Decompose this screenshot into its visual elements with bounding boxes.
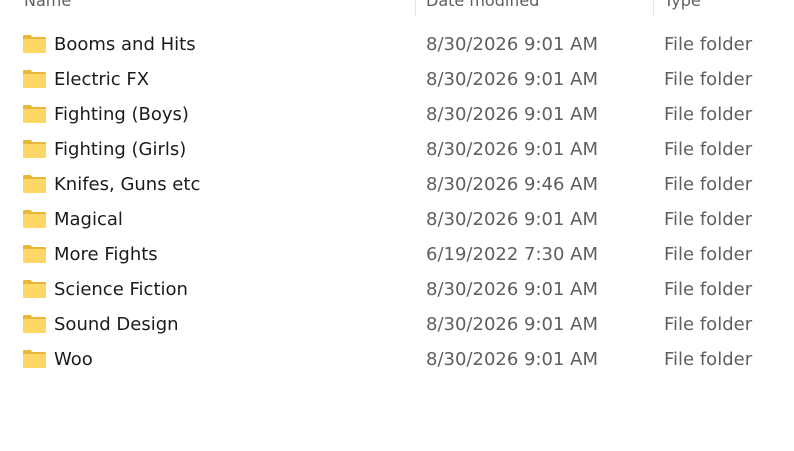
column-header-name[interactable]: Name bbox=[24, 0, 71, 16]
file-name: Sound Design bbox=[54, 314, 179, 335]
collapse-chevron-icon[interactable]: ⌃ bbox=[0, 0, 13, 16]
file-name: Knifes, Guns etc bbox=[54, 174, 201, 195]
file-date-modified: 8/30/2026 9:01 AM bbox=[426, 349, 599, 370]
file-type: File folder bbox=[664, 174, 753, 195]
folder-icon bbox=[22, 272, 48, 307]
file-type: File folder bbox=[664, 69, 753, 90]
file-type: File folder bbox=[664, 34, 753, 55]
file-list: Booms and Hits 8/30/2026 9:01 AM File fo… bbox=[0, 27, 794, 377]
file-date-modified: 8/30/2026 9:01 AM bbox=[426, 209, 599, 230]
file-date-modified: 8/30/2026 9:01 AM bbox=[426, 104, 599, 125]
file-row-booms-and-hits[interactable]: Booms and Hits 8/30/2026 9:01 AM File fo… bbox=[0, 27, 794, 62]
file-type: File folder bbox=[664, 279, 753, 300]
file-name: Electric FX bbox=[54, 69, 150, 90]
file-type: File folder bbox=[664, 139, 753, 160]
file-name: Science Fiction bbox=[54, 279, 188, 300]
file-date-modified: 8/30/2026 9:01 AM bbox=[426, 34, 599, 55]
file-type: File folder bbox=[664, 314, 753, 335]
file-row-fighting-boys[interactable]: Fighting (Boys) 8/30/2026 9:01 AM File f… bbox=[0, 97, 794, 132]
file-date-modified: 6/19/2022 7:30 AM bbox=[426, 244, 599, 265]
file-explorer-list-view: ⌃ Name Date modified Type Booms and Hits… bbox=[0, 0, 794, 451]
file-name: Fighting (Boys) bbox=[54, 104, 189, 125]
file-row-knifes-guns-etc[interactable]: Knifes, Guns etc 8/30/2026 9:46 AM File … bbox=[0, 167, 794, 202]
file-type: File folder bbox=[664, 349, 753, 370]
column-header-date-modified[interactable]: Date modified bbox=[426, 0, 539, 16]
folder-icon bbox=[22, 307, 48, 342]
file-type: File folder bbox=[664, 244, 753, 265]
column-header-type[interactable]: Type bbox=[664, 0, 701, 16]
file-name: Fighting (Girls) bbox=[54, 139, 187, 160]
column-divider[interactable] bbox=[653, 0, 654, 16]
file-name: More Fights bbox=[54, 244, 158, 265]
file-date-modified: 8/30/2026 9:01 AM bbox=[426, 314, 599, 335]
file-date-modified: 8/30/2026 9:01 AM bbox=[426, 139, 599, 160]
folder-icon bbox=[22, 132, 48, 167]
file-date-modified: 8/30/2026 9:01 AM bbox=[426, 279, 599, 300]
file-date-modified: 8/30/2026 9:46 AM bbox=[426, 174, 599, 195]
folder-icon bbox=[22, 202, 48, 237]
folder-icon bbox=[22, 62, 48, 97]
file-row-more-fights[interactable]: More Fights 6/19/2022 7:30 AM File folde… bbox=[0, 237, 794, 272]
file-date-modified: 8/30/2026 9:01 AM bbox=[426, 69, 599, 90]
column-header-row: ⌃ Name Date modified Type bbox=[0, 0, 794, 16]
file-row-sound-design[interactable]: Sound Design 8/30/2026 9:01 AM File fold… bbox=[0, 307, 794, 342]
folder-icon bbox=[22, 342, 48, 377]
column-divider[interactable] bbox=[415, 0, 416, 16]
file-type: File folder bbox=[664, 209, 753, 230]
folder-icon bbox=[22, 167, 48, 202]
file-type: File folder bbox=[664, 104, 753, 125]
folder-icon bbox=[22, 97, 48, 132]
folder-icon bbox=[22, 27, 48, 62]
file-name: Magical bbox=[54, 209, 123, 230]
file-name: Booms and Hits bbox=[54, 34, 196, 55]
file-row-electric-fx[interactable]: Electric FX 8/30/2026 9:01 AM File folde… bbox=[0, 62, 794, 97]
file-row-magical[interactable]: Magical 8/30/2026 9:01 AM File folder bbox=[0, 202, 794, 237]
file-name: Woo bbox=[54, 349, 93, 370]
folder-icon bbox=[22, 237, 48, 272]
file-row-fighting-girls[interactable]: Fighting (Girls) 8/30/2026 9:01 AM File … bbox=[0, 132, 794, 167]
file-row-science-fiction[interactable]: Science Fiction 8/30/2026 9:01 AM File f… bbox=[0, 272, 794, 307]
file-row-woo[interactable]: Woo 8/30/2026 9:01 AM File folder bbox=[0, 342, 794, 377]
